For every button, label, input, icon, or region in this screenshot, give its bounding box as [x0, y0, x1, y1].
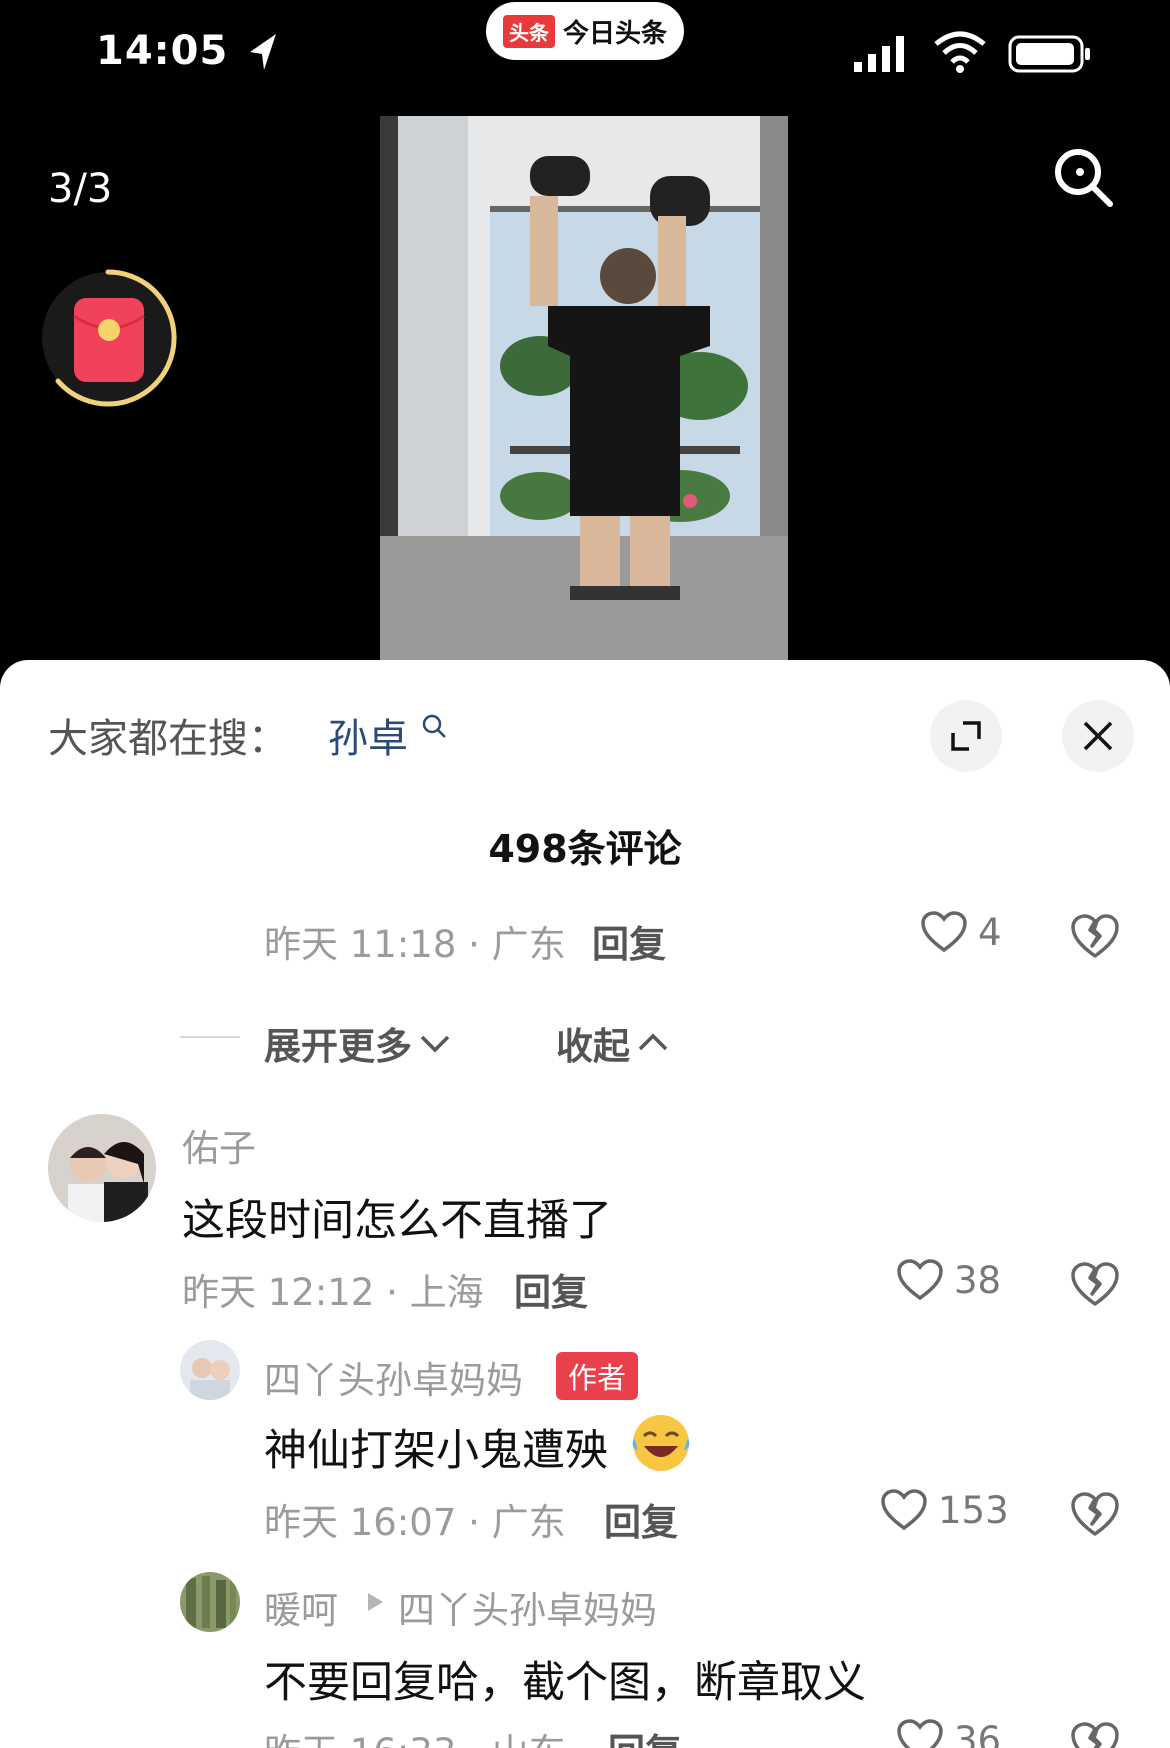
- dislike-broken-heart-icon[interactable]: [1070, 912, 1120, 960]
- red-packet-icon[interactable]: [36, 266, 180, 410]
- reply-button[interactable]: 回复: [592, 914, 666, 968]
- reply-meta: 昨天 16:33 · 山东: [264, 1722, 566, 1748]
- heart-icon: [897, 1719, 943, 1748]
- reply-button[interactable]: 回复: [514, 1262, 588, 1316]
- reply-meta: 昨天 16:07 · 广东: [264, 1501, 566, 1544]
- reply-text: 不要回复哈，截个图，断章取义: [264, 1658, 866, 1708]
- search-suggestion-link[interactable]: 孙卓: [328, 706, 408, 764]
- battery-icon: [1008, 35, 1090, 73]
- chevron-up-icon: [638, 1033, 668, 1051]
- dislike-broken-heart-icon[interactable]: [1070, 1490, 1120, 1538]
- app-name: 今日头条: [562, 18, 667, 49]
- chevron-down-icon: [420, 1035, 450, 1053]
- heart-icon: [881, 1489, 927, 1531]
- expand-sheet-button[interactable]: [930, 700, 1002, 772]
- search-small-icon: [422, 714, 446, 738]
- like-button[interactable]: 36: [896, 1718, 1001, 1748]
- avatar[interactable]: [180, 1340, 240, 1400]
- reply-button[interactable]: 回复: [604, 1492, 678, 1546]
- location-arrow-icon: [250, 34, 276, 70]
- like-button[interactable]: 4: [920, 910, 1002, 954]
- like-button[interactable]: 38: [896, 1258, 1001, 1302]
- app-badge: 头条: [502, 14, 555, 48]
- expand-more-button[interactable]: 展开更多: [264, 1016, 452, 1070]
- close-sheet-button[interactable]: [1062, 700, 1134, 772]
- comment-meta: 昨天 12:12 · 上海: [182, 1271, 484, 1314]
- like-count: 38: [954, 1258, 1002, 1302]
- search-hint-label: 大家都在搜：: [48, 716, 288, 762]
- expand-more-label: 展开更多: [264, 1025, 412, 1068]
- image-counter: 3/3: [48, 166, 113, 212]
- like-count: 153: [938, 1488, 1009, 1532]
- reply-text: 神仙打架小鬼遭殃: [264, 1426, 608, 1476]
- like-button[interactable]: 153: [880, 1488, 1009, 1532]
- expand-icon: [951, 721, 981, 751]
- reply-username[interactable]: 四丫头孙卓妈妈: [264, 1350, 523, 1404]
- avatar[interactable]: [48, 1114, 156, 1222]
- heart-icon: [897, 1259, 943, 1301]
- status-time: 14:05: [96, 28, 229, 74]
- comment-meta: 昨天 11:18 · 广东: [264, 923, 566, 966]
- reply-username[interactable]: 暖呵: [264, 1580, 338, 1634]
- divider-line: [180, 1036, 240, 1038]
- comment-count: 498条评论: [488, 827, 682, 871]
- video-player-area: 14:05 头条 今日头条 3/3: [0, 0, 1170, 680]
- video-thumbnail[interactable]: [380, 116, 788, 660]
- app-return-pill[interactable]: 头条 今日头条: [486, 2, 684, 60]
- signal-icon: [854, 36, 904, 72]
- reply-button[interactable]: 回复: [608, 1722, 682, 1748]
- comment-text: 这段时间怎么不直播了: [182, 1196, 612, 1246]
- like-count: 4: [978, 910, 1002, 954]
- collapse-label: 收起: [556, 1025, 630, 1068]
- dislike-broken-heart-icon[interactable]: [1070, 1260, 1120, 1308]
- dislike-broken-heart-icon[interactable]: [1070, 1720, 1120, 1748]
- like-count: 36: [954, 1718, 1002, 1748]
- laughing-crying-emoji-icon: [632, 1415, 690, 1471]
- reply-to-arrow-icon: [368, 1593, 383, 1611]
- comment-username[interactable]: 佑子: [182, 1118, 256, 1172]
- reply-to-username[interactable]: 四丫头孙卓妈妈: [398, 1580, 657, 1634]
- avatar[interactable]: [180, 1572, 240, 1632]
- author-badge: 作者: [556, 1352, 639, 1400]
- search-icon[interactable]: [1052, 146, 1116, 210]
- collapse-button[interactable]: 收起: [556, 1016, 670, 1070]
- heart-icon: [921, 911, 967, 953]
- close-icon: [1083, 721, 1113, 751]
- wifi-icon: [934, 31, 986, 73]
